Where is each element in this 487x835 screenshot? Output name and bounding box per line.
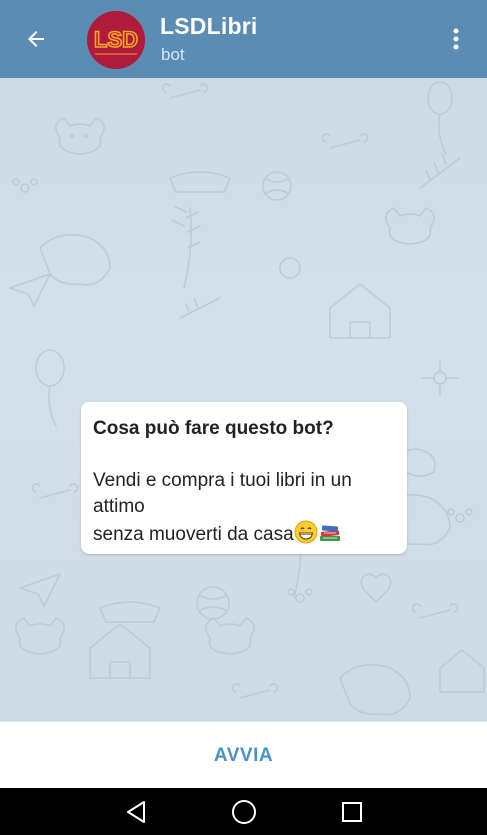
- app-bar: LSD LSDLibri bot: [0, 0, 487, 78]
- start-bot-button[interactable]: AVVIA: [0, 721, 487, 789]
- bubble-line-3: senza muoverti da casa: [93, 520, 395, 548]
- android-navigation-bar: [0, 788, 487, 835]
- nav-back-icon[interactable]: [120, 796, 152, 828]
- more-options-button[interactable]: [440, 21, 472, 57]
- bubble-title: Cosa può fare questo bot?: [93, 418, 334, 439]
- chat-subtitle: bot: [161, 45, 185, 64]
- bubble-line-1: Vendi e compra i tuoi libri in un: [93, 470, 352, 491]
- chat-background: Cosa può fare questo bot? Vendi e compra…: [0, 78, 487, 721]
- bot-description-bubble: Cosa può fare questo bot? Vendi e compra…: [81, 402, 407, 554]
- back-arrow-icon: [28, 31, 44, 47]
- lsd-logo: LSD: [87, 11, 145, 69]
- chat-title[interactable]: LSDLibri: [160, 13, 257, 40]
- back-button[interactable]: [18, 21, 54, 57]
- doodle-pattern: [9, 81, 485, 716]
- nav-home-icon[interactable]: [228, 796, 260, 828]
- svg-text:LSD: LSD: [94, 27, 138, 52]
- nav-recents-icon[interactable]: [336, 796, 368, 828]
- more-vertical-icon: [453, 28, 459, 50]
- grinning-face-icon: [294, 520, 318, 544]
- books-icon: [319, 525, 340, 541]
- start-button-label: AVVIA: [213, 744, 274, 766]
- bubble-line-2: attimo: [93, 496, 145, 517]
- bot-avatar[interactable]: LSD: [87, 11, 145, 69]
- bubble-line-3-text: senza muoverti da casa: [93, 524, 294, 545]
